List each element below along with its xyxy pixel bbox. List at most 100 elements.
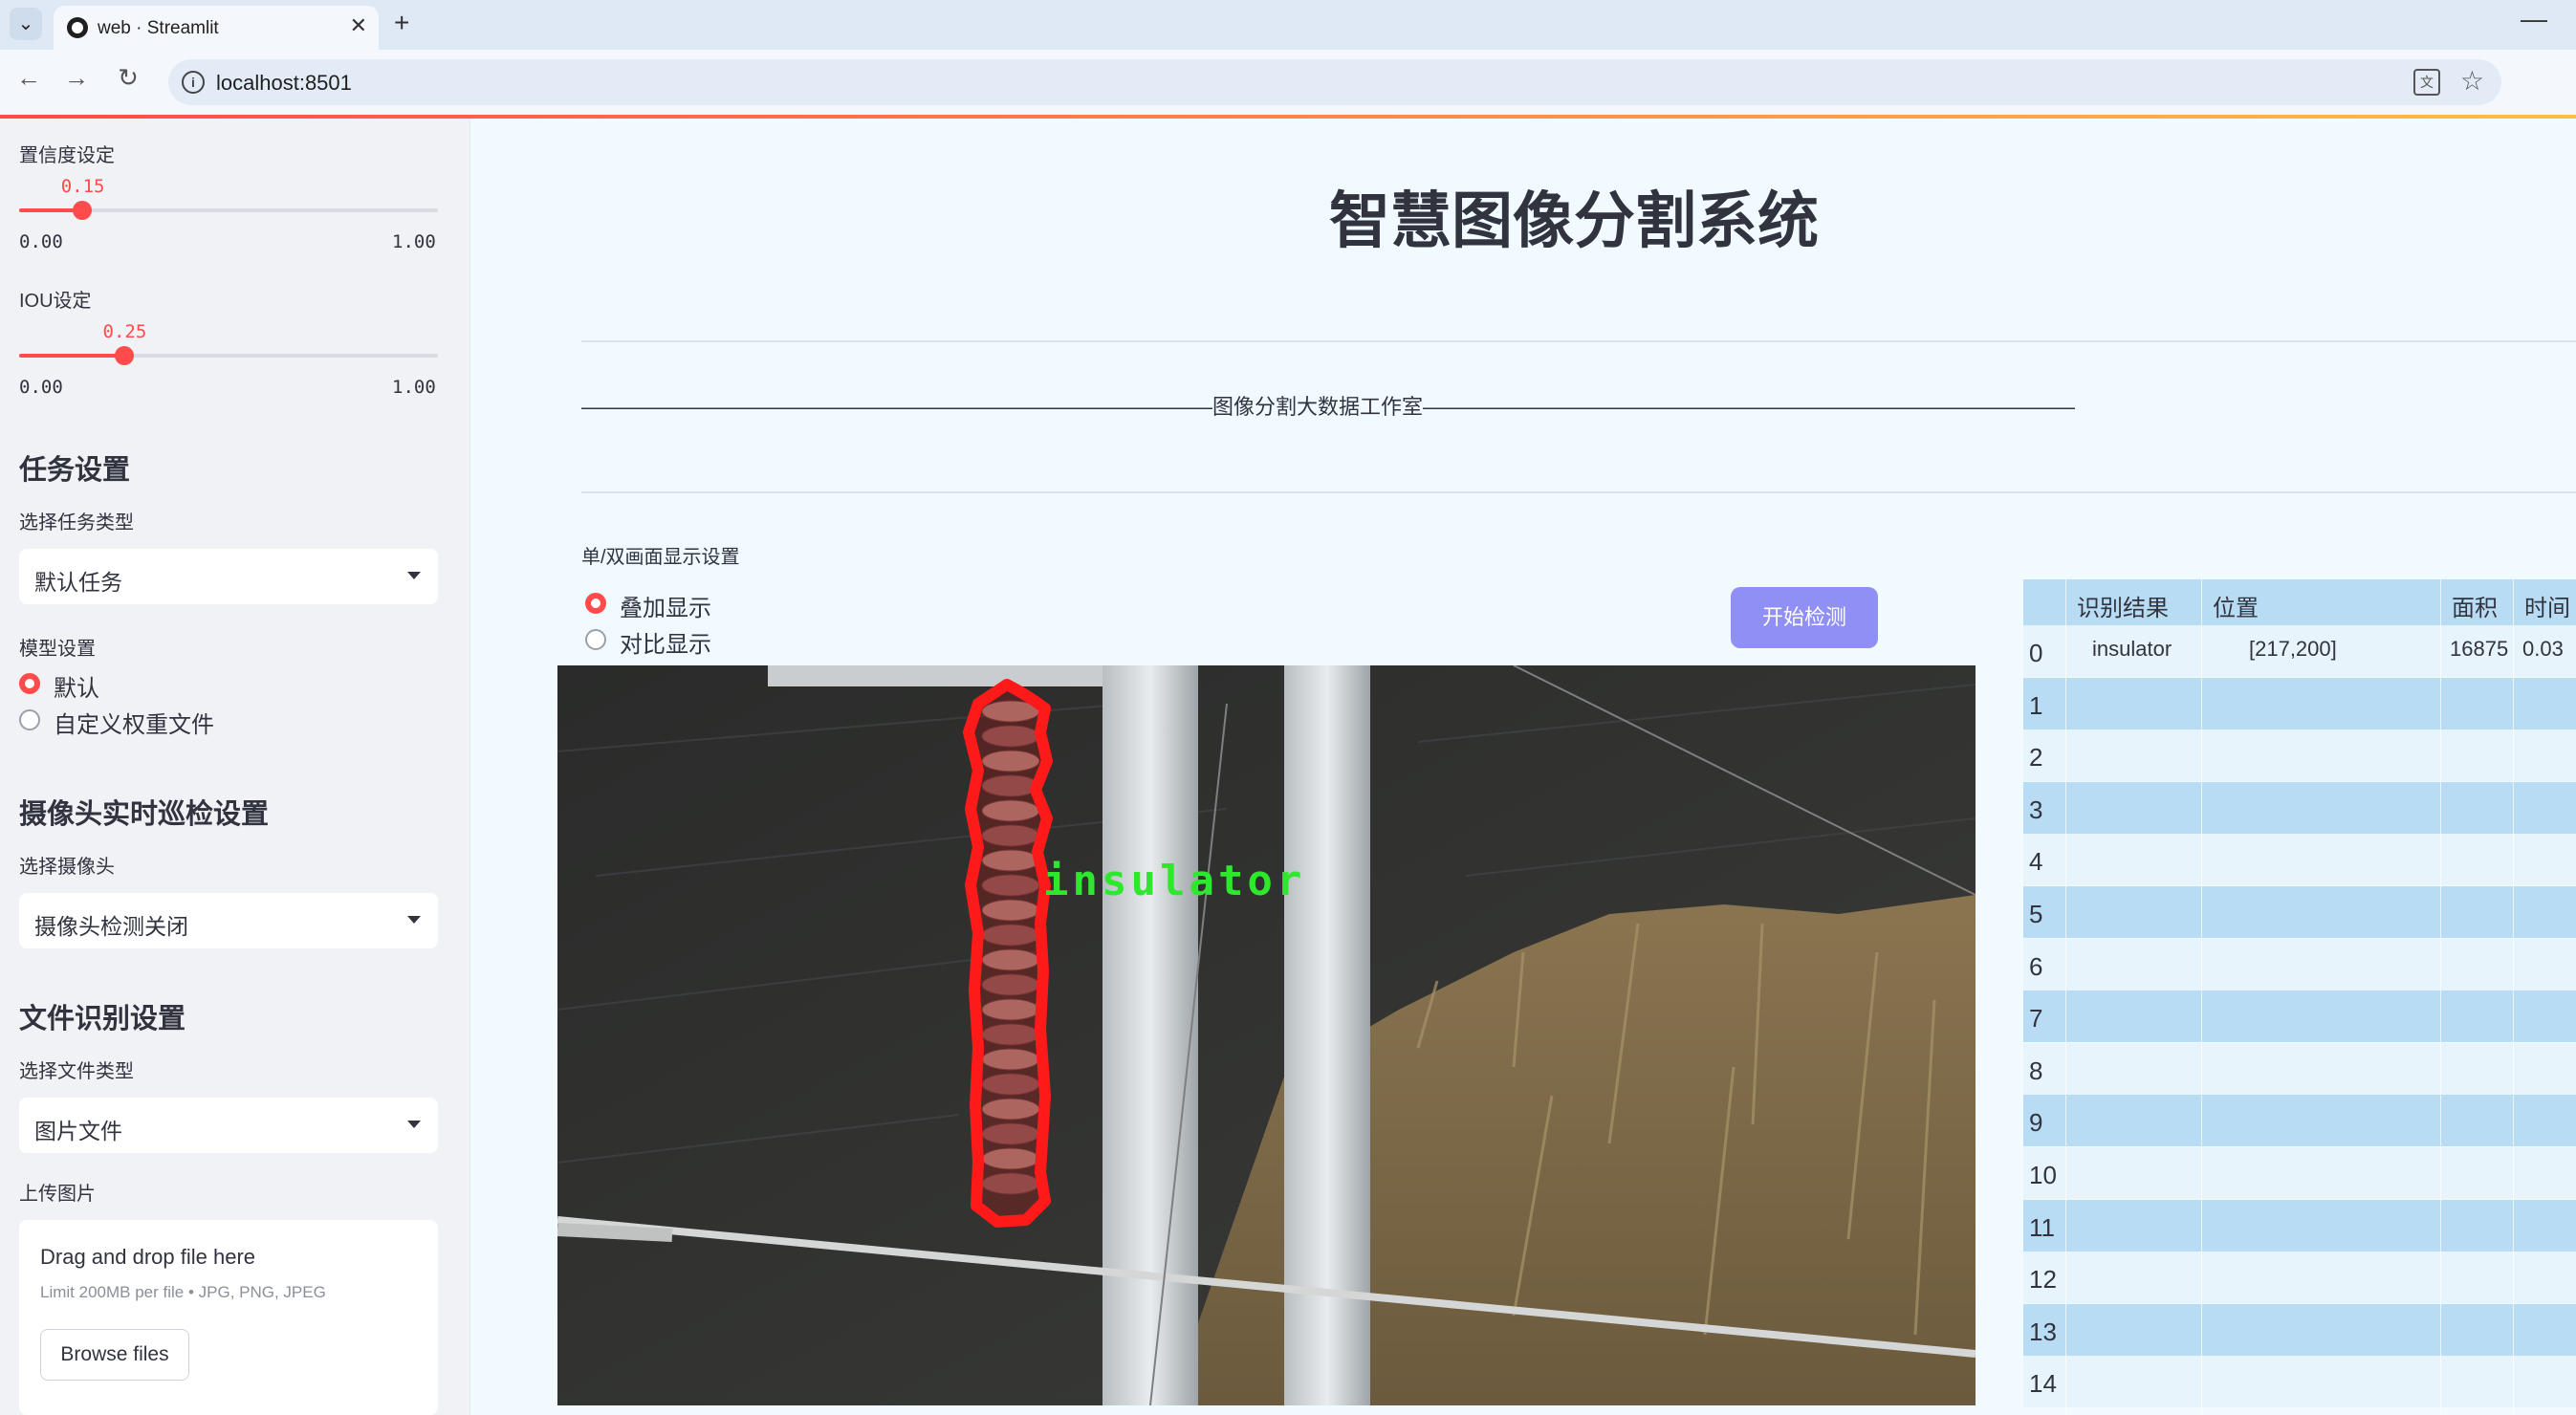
row-index: 8: [2029, 1056, 2043, 1085]
camera-label: 选择摄像头: [19, 857, 115, 878]
browser-tab[interactable]: web · Streamlit ✕: [54, 6, 379, 50]
tab-search-chevron-icon[interactable]: ⌄: [10, 8, 42, 40]
reload-icon[interactable]: ↻: [111, 63, 145, 93]
col-divider: [2513, 579, 2514, 1415]
table-row[interactable]: 7: [2023, 990, 2576, 1043]
insulator-segmentation-mask: [963, 679, 1053, 1228]
task-type-value: 默认任务: [34, 570, 122, 595]
row-index: 1: [2029, 690, 2043, 720]
table-row[interactable]: 4: [2023, 834, 2576, 886]
url-text[interactable]: localhost:8501: [216, 71, 352, 96]
chevron-down-icon: [407, 572, 421, 579]
close-icon[interactable]: ✕: [350, 13, 367, 38]
table-row[interactable]: 3: [2023, 781, 2576, 834]
table-row[interactable]: 9: [2023, 1095, 2576, 1147]
camera-select[interactable]: 摄像头检测关闭: [19, 893, 438, 948]
radio-selected-icon: [585, 593, 606, 614]
table-row[interactable]: 10: [2023, 1147, 2576, 1199]
cell-area: 16875: [2450, 637, 2509, 661]
upload-limit-text: Limit 200MB per file • JPG, PNG, JPEG: [40, 1283, 326, 1301]
model-option-default: 默认: [54, 676, 99, 702]
row-index: 9: [2029, 1108, 2043, 1138]
browser-toolbar: ← → ↻ i localhost:8501 文 ☆: [0, 50, 2576, 115]
iou-slider-thumb[interactable]: [114, 346, 134, 365]
detection-scene: [557, 665, 1976, 1405]
col-divider: [2065, 579, 2066, 1415]
detection-image: insulator: [557, 665, 1976, 1405]
task-type-select[interactable]: 默认任务: [19, 549, 438, 604]
row-index: 5: [2029, 900, 2043, 928]
browse-files-button[interactable]: Browse files: [40, 1329, 189, 1381]
table-row[interactable]: 14: [2023, 1356, 2576, 1408]
row-index: 2: [2029, 743, 2043, 773]
col-area[interactable]: 面积: [2452, 589, 2498, 622]
table-row[interactable]: 5: [2023, 886, 2576, 938]
detection-label: insulator: [1043, 857, 1306, 905]
divider-bottom: [581, 491, 2576, 493]
results-table[interactable]: 识别结果 位置 面积 时间 0 insulator [217,200] 16875 0.…: [2023, 579, 2576, 1415]
table-row[interactable]: 12: [2023, 1252, 2576, 1304]
table-row[interactable]: 11: [2023, 1199, 2576, 1252]
display-mode-label: 单/双画面显示设置: [581, 547, 740, 568]
crossarm: [768, 665, 1150, 686]
col-divider: [2440, 579, 2441, 1415]
col-result[interactable]: 识别结果: [2077, 589, 2169, 622]
confidence-max: 1.00: [392, 231, 436, 252]
radio-unselected-icon: [585, 629, 606, 650]
table-row[interactable]: 0 insulator [217,200] 16875 0.03: [2023, 625, 2576, 677]
confidence-min: 0.00: [19, 231, 63, 252]
iou-label: IOU设定: [19, 291, 92, 312]
iou-slider[interactable]: [19, 346, 438, 365]
table-row[interactable]: 2: [2023, 729, 2576, 782]
row-index: 3: [2029, 795, 2043, 824]
iou-value: 0.25: [102, 321, 147, 342]
start-detection-button[interactable]: 开始检测: [1731, 587, 1878, 648]
address-bar[interactable]: i localhost:8501 文 ☆: [168, 59, 2501, 105]
camera-value: 摄像头检测关闭: [34, 914, 188, 939]
back-arrow-icon[interactable]: ←: [11, 63, 46, 93]
task-settings-heading: 任务设置: [19, 455, 131, 486]
divider-top: [581, 340, 2576, 342]
confidence-value: 0.15: [60, 176, 105, 197]
minimize-icon[interactable]: —: [2521, 4, 2547, 34]
row-index: 10: [2029, 1161, 2057, 1189]
chevron-down-icon: [407, 916, 421, 924]
cell-time: 0.03: [2522, 637, 2564, 661]
site-info-icon[interactable]: i: [182, 71, 205, 94]
pole-left: [1102, 665, 1198, 1405]
bookmark-star-icon[interactable]: ☆: [2460, 65, 2484, 97]
table-row[interactable]: 6: [2023, 938, 2576, 990]
cell-result: insulator: [2092, 637, 2172, 661]
row-index: 7: [2029, 1004, 2043, 1034]
sidebar: 置信度设定 0.15 0.00 1.00 IOU设定 0.25 0.00 1.0…: [0, 119, 470, 1415]
iou-max: 1.00: [392, 377, 436, 398]
model-settings-label: 模型设置: [19, 639, 96, 660]
iou-min: 0.00: [19, 377, 63, 398]
row-index: 12: [2029, 1265, 2057, 1295]
table-row[interactable]: 1: [2023, 677, 2576, 729]
col-time[interactable]: 时间: [2524, 589, 2570, 622]
translate-icon[interactable]: 文: [2413, 69, 2440, 96]
confidence-slider-thumb[interactable]: [72, 201, 92, 220]
table-header: 识别结果 位置 面积 时间: [2023, 579, 2576, 625]
table-row[interactable]: 13: [2023, 1303, 2576, 1356]
upload-label: 上传图片: [19, 1184, 96, 1205]
task-type-label: 选择任务类型: [19, 512, 134, 533]
file-type-select[interactable]: 图片文件: [19, 1098, 438, 1153]
row-index: 0: [2029, 639, 2043, 667]
confidence-slider[interactable]: [19, 201, 438, 220]
cell-position: [217,200]: [2249, 637, 2337, 661]
row-index: 13: [2029, 1317, 2057, 1346]
forward-arrow-icon[interactable]: →: [59, 63, 94, 93]
confidence-label: 置信度设定: [19, 145, 115, 166]
radio-unselected-icon: [19, 709, 40, 730]
browser-tab-strip: ⌄ web · Streamlit ✕ + —: [0, 0, 2576, 50]
col-divider: [2201, 579, 2202, 1415]
row-index: 6: [2029, 951, 2043, 981]
col-position[interactable]: 位置: [2213, 589, 2259, 622]
new-tab-plus-icon[interactable]: +: [394, 8, 409, 38]
tab-title: web · Streamlit: [98, 18, 219, 38]
file-uploader-dropzone[interactable]: Drag and drop file here Limit 200MB per …: [19, 1220, 438, 1415]
row-index: 11: [2029, 1212, 2055, 1242]
table-row[interactable]: 8: [2023, 1042, 2576, 1095]
